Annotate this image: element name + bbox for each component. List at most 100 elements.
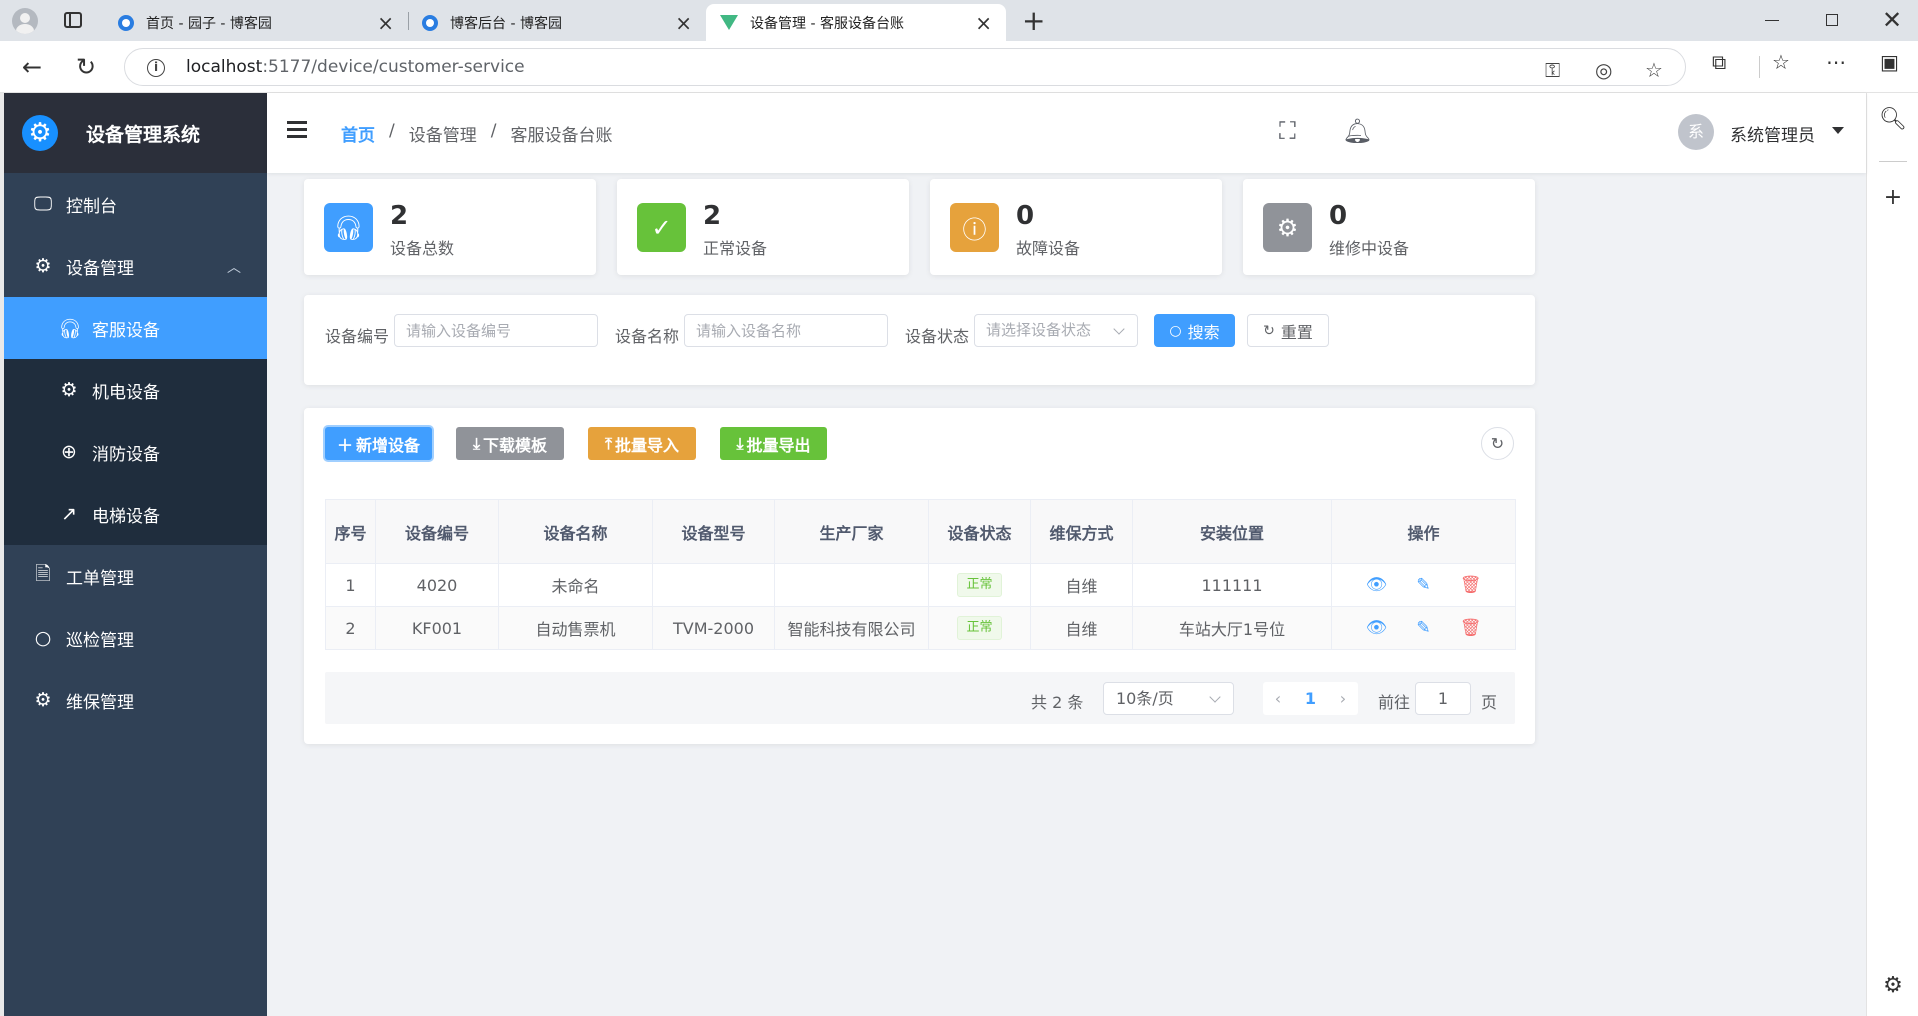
stat-card-normal: ✓ 2 正常设备 [617,179,909,275]
extensions-icon[interactable]: ⧉ [1712,50,1726,74]
cell-name: 自动售票机 [498,606,653,650]
edit-icon[interactable]: ✎ [1403,618,1445,638]
favorites-icon[interactable]: ☆ [1772,50,1790,74]
add-device-button[interactable]: ＋ 新增设备 [325,427,432,460]
search-icon: ○ [1169,322,1182,339]
divider [1879,161,1907,162]
pagination: 共 2 条 10条/页 ‹ 1 › 前往 页 [325,672,1515,724]
navbar: 首页 / 设备管理 / 客服设备台账 ⛶ 🔔︎ 系 系统管理员 [267,93,1866,173]
sidebar-item-electromechanical-device[interactable]: ⚙ 机电设备 [4,359,267,421]
sidebar-item-dashboard[interactable]: 🖵 控制台 [4,173,267,235]
fullscreen-icon[interactable]: ⛶ [1279,117,1296,145]
delete-trash-icon[interactable]: 🗑︎ [1450,618,1492,638]
browser-tab-1[interactable]: 首页 - 园子 - 博客园 × [104,4,408,41]
cell-maint: 自维 [1030,606,1133,650]
info-icon[interactable]: i [147,59,165,77]
device-name-input[interactable] [684,314,888,347]
sidebar-item-inspection[interactable]: ○ 巡检管理 [4,607,267,669]
search-icon[interactable]: 🔍︎ [1867,107,1918,132]
reset-button[interactable]: ↻ 重置 [1247,314,1329,347]
stat-card-fault: ⓘ 0 故障设备 [930,179,1222,275]
cell-location: 车站大厅1号位 [1132,606,1332,650]
download-template-button[interactable]: ⤓ 下载模板 [456,427,564,460]
key-icon[interactable]: ⚿ [1545,58,1560,82]
device-status-select[interactable]: 请选择设备状态 [974,314,1138,347]
close-window-icon[interactable]: ✕ [1882,6,1902,34]
stat-card-repair: ⚙ 0 维修中设备 [1243,179,1535,275]
pagination-nav: ‹ 1 › [1263,682,1358,715]
reset-button-label: 重置 [1280,322,1313,342]
goto-page-input[interactable] [1415,682,1471,715]
cell-status: 正常 [928,563,1031,607]
delete-trash-icon[interactable]: 🗑︎ [1450,575,1492,595]
reload-icon[interactable]: ↻ [76,53,96,81]
chevron-up-icon: ︿ [227,260,241,276]
close-tab-icon[interactable]: × [377,11,394,35]
chevron-right-icon[interactable]: › [1328,682,1358,715]
more-menu-icon[interactable]: ⋯ [1826,50,1846,74]
sidebar-item-maintenance[interactable]: ⚙ 维保管理 [4,669,267,731]
app-title: 设备管理系统 [86,123,201,146]
sidebar-toggle-icon[interactable]: ▣ [1880,50,1899,74]
close-tab-icon[interactable]: × [975,11,992,35]
sidebar-item-label: 控制台 [66,196,117,217]
sidebar-item-elevator-device[interactable]: ↗ 电梯设备 [4,483,267,545]
bell-icon[interactable]: 🔔︎ [1342,117,1372,145]
edit-icon[interactable]: ✎ [1403,575,1445,595]
page-number-current[interactable]: 1 [1293,682,1328,715]
device-status-label: 设备状态 [905,327,970,346]
avatar[interactable]: 系 [1678,114,1714,150]
view-eye-icon[interactable]: 👁︎ [1355,618,1397,638]
stat-card-total: 🎧︎ 2 设备总数 [304,179,596,275]
cell-code: 4020 [375,563,499,607]
app-root: 设备管理系统 🖵 控制台 ⚙ 设备管理 ︿ 🎧︎ 客服设备 ⚙ 机电设备 ⊕ 消… [4,93,1866,1016]
batch-export-button[interactable]: ⤓ 批量导出 [720,427,827,460]
browser-side-panel: 🔍︎ + ⚙ [1866,93,1918,1016]
url-field[interactable]: i localhost:5177/device/customer-service… [124,48,1686,86]
goto-label: 前往 [1378,693,1411,712]
upload-icon: ⤒ [604,433,613,453]
sidebar-item-customer-service-device[interactable]: 🎧︎ 客服设备 [4,297,267,359]
new-tab-icon[interactable]: + [1022,4,1045,37]
chevron-left-icon[interactable]: ‹ [1263,682,1293,715]
sidebar-item-fire-device[interactable]: ⊕ 消防设备 [4,421,267,483]
sidebar-item-work-orders[interactable]: 🗎 工单管理 [4,545,267,607]
caret-down-icon[interactable] [1832,127,1844,134]
maximize-icon[interactable] [1826,14,1838,26]
search-button[interactable]: ○ 搜索 [1154,314,1235,347]
sidebar-item-label: 消防设备 [92,444,160,465]
pagination-total: 共 2 条 [1031,693,1084,712]
edge-read-icon[interactable]: ◎ [1595,58,1612,82]
user-name[interactable]: 系统管理员 [1730,121,1815,146]
browser-tab-3-active[interactable]: 设备管理 - 客服设备台账 × [706,4,1006,41]
browser-tab-2[interactable]: 博客后台 - 博客园 × [408,4,706,41]
minimize-icon[interactable] [1765,20,1779,21]
close-tab-icon[interactable]: × [675,11,692,35]
sidebar-item-device-management[interactable]: ⚙ 设备管理 ︿ [4,235,267,297]
view-eye-icon[interactable]: 👁︎ [1355,575,1397,595]
batch-import-label: 批量导入 [615,435,680,455]
sidebar-item-label: 设备管理 [66,258,134,279]
column-header: 操作 [1331,499,1516,564]
page-size-select[interactable]: 10条/页 [1103,682,1234,715]
settings-gear-icon[interactable]: ⚙ [1867,973,1918,998]
favorite-star-icon[interactable]: ☆ [1645,58,1663,82]
profile-icon[interactable] [12,8,38,34]
column-header: 生产厂家 [774,499,929,564]
device-code-input[interactable] [394,314,598,347]
page-size-value: 10条/页 [1116,689,1174,708]
refresh-icon[interactable]: ↻ [1481,427,1514,460]
browser-tab-bar: 首页 - 园子 - 博客园 × 博客后台 - 博客园 × 设备管理 - 客服设备… [0,0,1918,41]
vue-favicon-icon [720,15,738,30]
tab-actions-icon[interactable] [64,12,82,28]
batch-import-button[interactable]: ⤒ 批量导入 [588,427,696,460]
breadcrumb-home[interactable]: 首页 [341,121,375,146]
search-icon: ○ [34,627,52,649]
add-icon[interactable]: + [1867,185,1918,210]
back-icon[interactable]: ← [22,53,42,81]
column-header: 设备型号 [652,499,775,564]
tab-title: 首页 - 园子 - 博客园 [146,15,272,32]
cell-status: 正常 [928,606,1031,650]
hamburger-icon[interactable] [287,121,307,138]
stat-value: 0 [1016,201,1035,231]
